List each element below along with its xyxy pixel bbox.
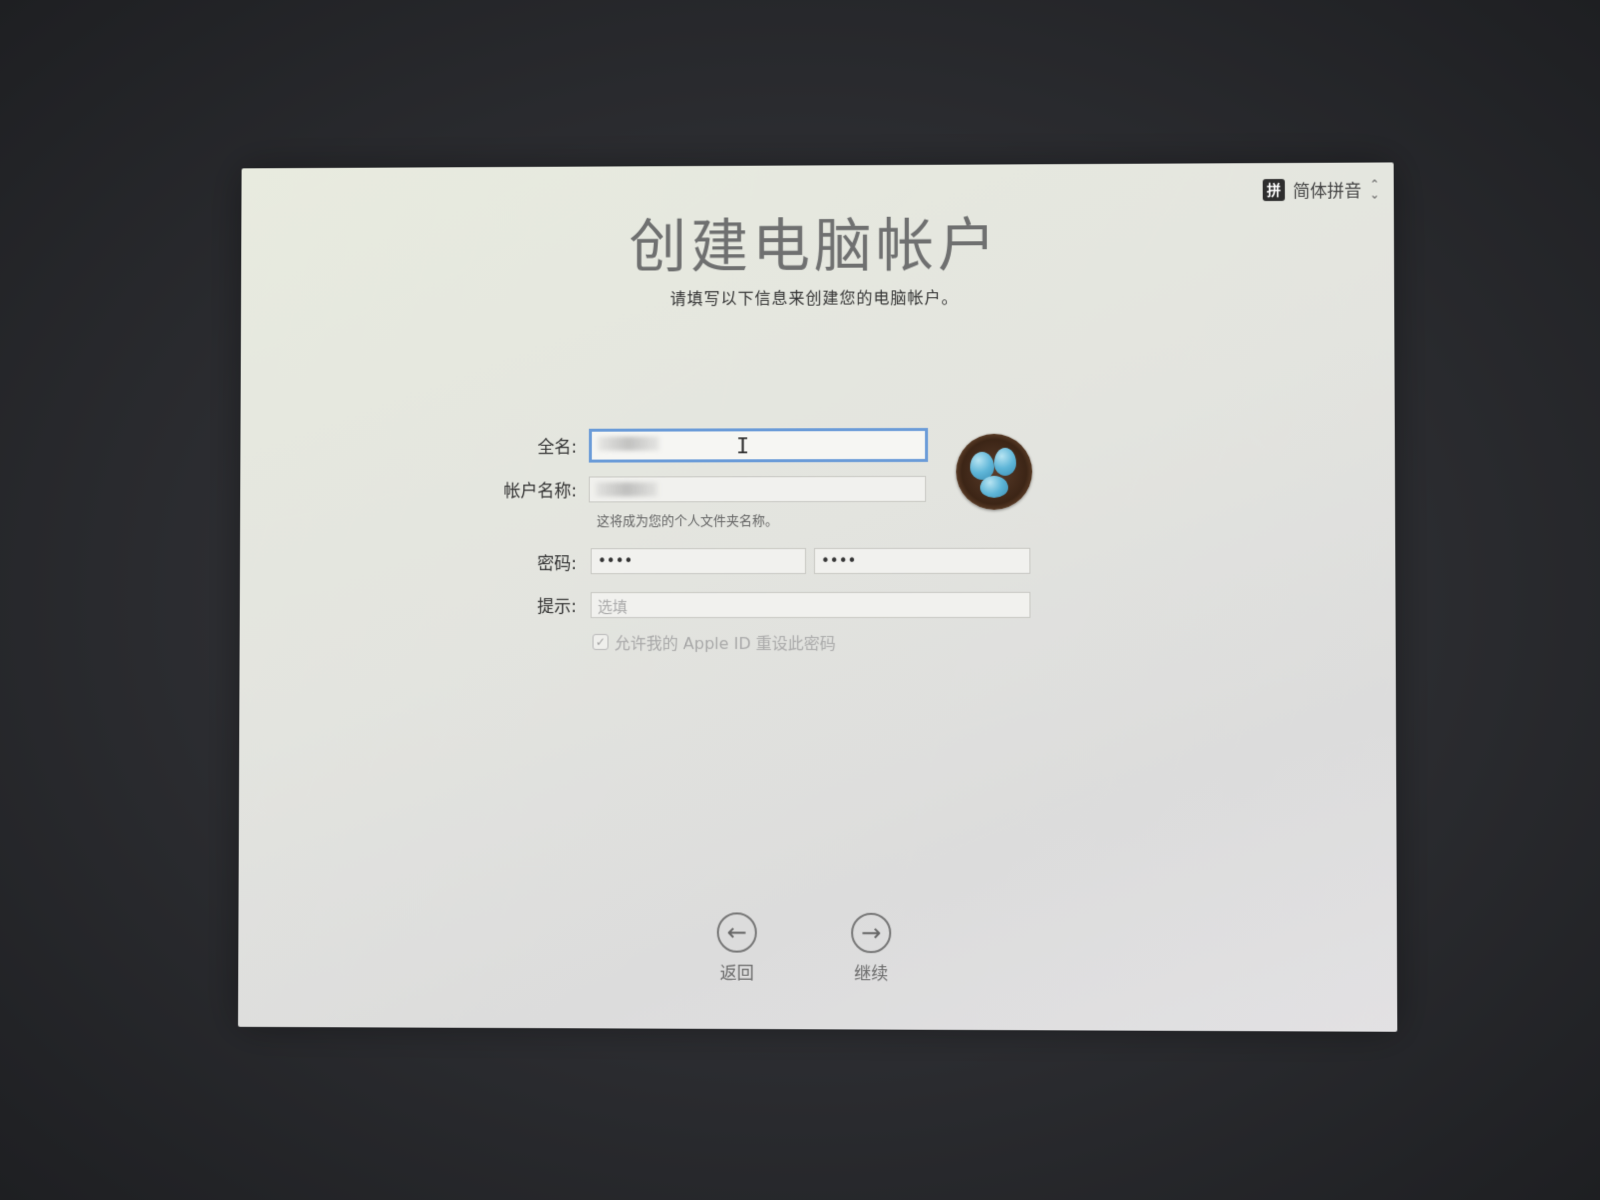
account-name-helper: 这将成为您的个人文件夹名称。 [596, 514, 779, 530]
page-title: 创建电脑帐户 [628, 211, 1000, 281]
continue-label: 继续 [854, 964, 889, 985]
continue-button[interactable]: → 继续 [836, 912, 906, 985]
page-subtitle: 请填写以下信息来创建您的电脑帐户。 [670, 288, 959, 309]
back-label: 返回 [719, 963, 754, 984]
redacted-value [595, 482, 658, 497]
setup-assistant-window: 拼 简体拼音 ⌃ ⌄ 创建电脑帐户 请填写以下信息来创建您的电脑帐户。 全名: I… [238, 162, 1398, 1032]
back-button[interactable]: ← 返回 [702, 912, 772, 984]
account-name-field[interactable] [588, 475, 927, 503]
allow-apple-id-reset-label: 允许我的 Apple ID 重设此密码 [614, 634, 836, 654]
checkbox[interactable]: ✓ [592, 634, 609, 650]
password-label: 密码: [537, 554, 577, 575]
arrow-left-icon: ← [716, 912, 757, 953]
verify-password-field[interactable]: •••• [814, 547, 1031, 575]
text-cursor-icon: I [736, 434, 750, 460]
egg-icon [980, 475, 1009, 498]
avatar[interactable] [956, 433, 1033, 510]
hint-label: 提示: [537, 597, 577, 618]
password-field[interactable]: •••• [590, 548, 807, 575]
redacted-value [597, 436, 660, 451]
arrow-right-icon: → [851, 912, 892, 954]
account-name-label: 帐户名称: [503, 481, 577, 502]
full-name-label: 全名: [537, 437, 577, 458]
full-name-field[interactable] [588, 427, 928, 463]
hint-field[interactable]: 选填 [590, 591, 1031, 619]
egg-icon [994, 447, 1017, 476]
allow-apple-id-reset-option[interactable]: ✓ 允许我的 Apple ID 重设此密码 [592, 630, 836, 654]
